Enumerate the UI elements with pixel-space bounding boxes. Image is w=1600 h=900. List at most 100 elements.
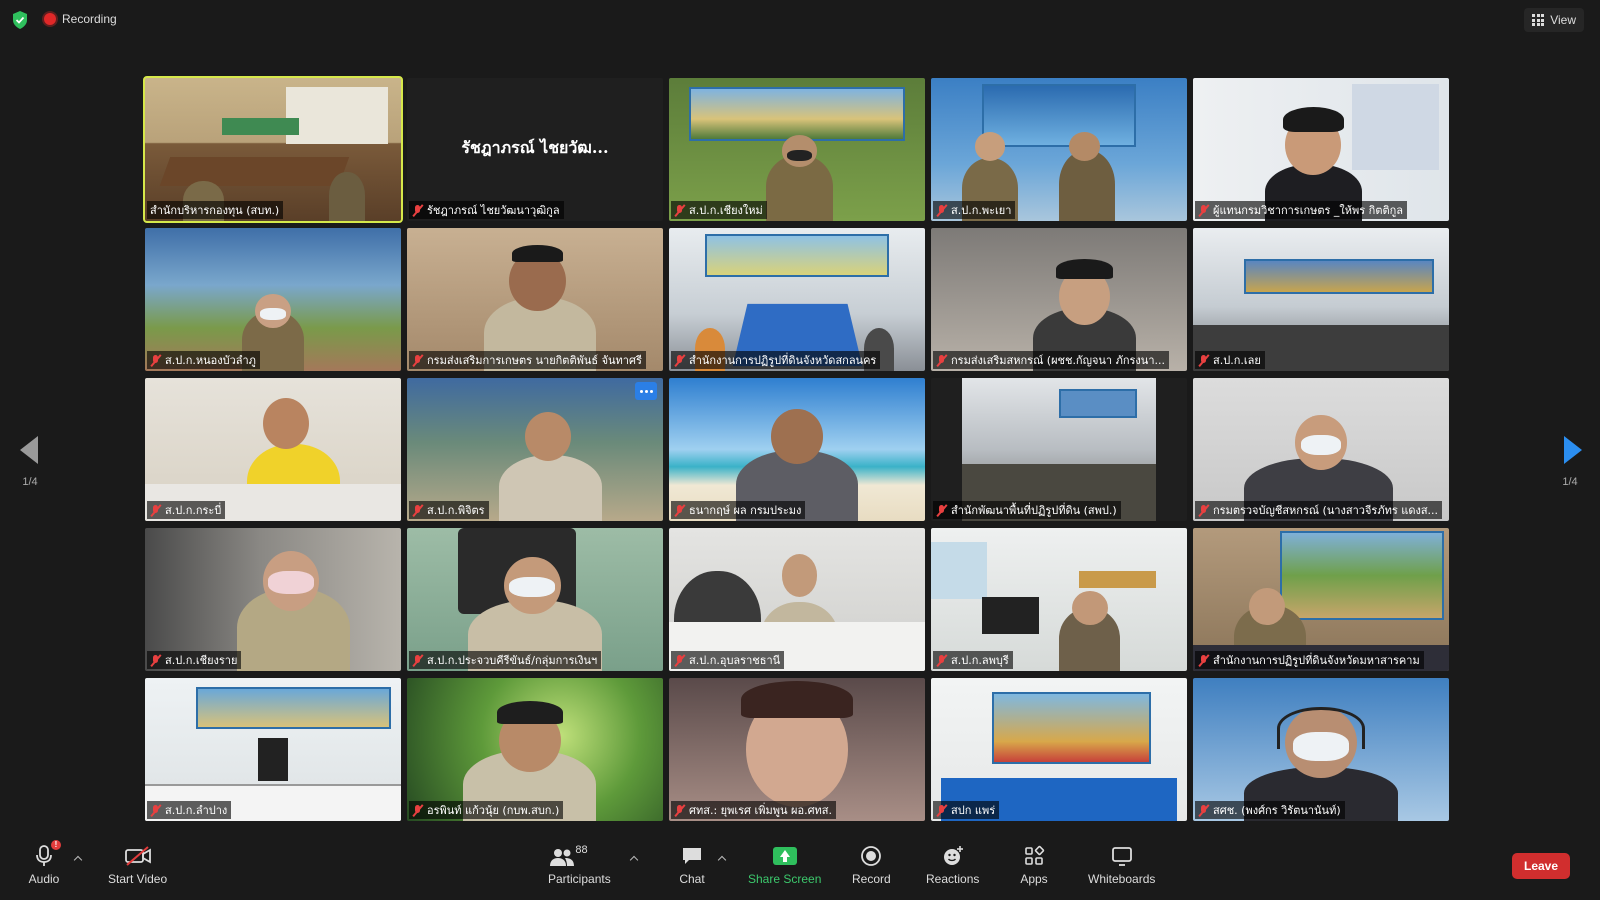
video-tile[interactable]: สศช. (พงศ์กร วิรัตนานันท์) [1193,678,1449,821]
participants-label: Participants [548,872,611,886]
apps-grid-icon [1018,842,1050,870]
participants-options-caret[interactable] [630,854,638,862]
video-tile[interactable]: สำนักงานการปฏิรูปที่ดินจังหวัดมหาสารคาม [1193,528,1449,671]
participant-name: กรมส่งเสริมสหกรณ์ (ผชช.กัญจนา ภักรงนา... [951,354,1165,367]
arrow-left-icon [20,436,38,464]
previous-page-button[interactable]: 1/4 [10,432,50,492]
video-tile[interactable]: ส.ป.ก.เลย [1193,228,1449,371]
video-tile[interactable]: รัชฎาภรณ์ ไชยวัฒ... รัชฎาภรณ์ ไชยวัฒนาวุ… [407,78,663,221]
video-tile[interactable]: กรมส่งเสริมสหกรณ์ (ผชช.กัญจนา ภักรงนา... [931,228,1187,371]
next-page-button[interactable]: 1/4 [1550,432,1590,492]
record-button[interactable]: Record [852,842,891,886]
video-tile[interactable]: ส.ป.ก.กระบี่ [145,378,401,521]
participant-name: ผู้แทนกรมวิชาการเกษตร _ให้พร กิตติกูล [1213,204,1404,217]
participant-name-plate: ส.ป.ก.ลำปาง [147,801,232,819]
video-tile[interactable]: สำนักพัฒนาพื้นที่ปฏิรูปที่ดิน (สพป.) [931,378,1187,521]
video-feed [669,528,925,671]
video-feed [669,228,925,371]
video-tile[interactable]: สำนักงานการปฏิรูปที่ดินจังหวัดสกลนคร [669,228,925,371]
muted-mic-icon [674,654,685,666]
muted-mic-icon [674,204,685,216]
video-tile[interactable]: ส.ป.ก.ประจวบคีรีขันธ์/กลุ่มการเงินฯ [407,528,663,671]
participant-name-plate: ส.ป.ก.พิจิตร [409,501,489,519]
video-feed [145,528,401,671]
muted-mic-icon [412,204,423,216]
participant-name: ส.ป.ก.หนองบัวลำภู [165,354,256,367]
muted-mic-icon [150,654,161,666]
video-off-icon [122,842,154,870]
muted-mic-icon [936,504,947,516]
participants-button[interactable]: 88 Participants [548,842,611,886]
video-tile[interactable]: ส.ป.ก.หนองบัวลำภู [145,228,401,371]
video-tile[interactable]: ส.ป.ก.เชียงราย [145,528,401,671]
muted-mic-icon [150,804,161,816]
participant-name-plate: ส.ป.ก.หนองบัวลำภู [147,351,260,369]
participant-name: กรมตรวจบัญชีสหกรณ์ (นางสาวจีรภัทร แดงส..… [1213,504,1439,517]
participant-name: ส.ป.ก.พะเยา [951,204,1012,217]
video-tile[interactable]: ธนากฤษ์ ผล กรมประมง [669,378,925,521]
reactions-button[interactable]: Reactions [926,842,979,886]
muted-mic-icon [936,804,947,816]
participant-name-plate: กรมส่งเสริมสหกรณ์ (ผชช.กัญจนา ภักรงนา... [933,351,1169,369]
shield-check-icon[interactable] [12,11,28,29]
view-button[interactable]: View [1524,8,1584,32]
whiteboard-icon [1106,842,1138,870]
recording-indicator[interactable]: Recording [44,12,117,26]
audio-button[interactable]: ! Audio [28,840,61,886]
more-options-button[interactable] [635,382,657,400]
video-tile[interactable]: ผู้แทนกรมวิชาการเกษตร _ให้พร กิตติกูล [1193,78,1449,221]
chat-label: Chat [679,872,705,886]
apps-button[interactable]: Apps [1018,842,1050,886]
video-tile[interactable]: ส.ป.ก.เชียงใหม่ [669,78,925,221]
audio-options-caret[interactable] [74,854,82,862]
participant-name-plate: ธนากฤษ์ ผล กรมประมง [671,501,806,519]
meeting-toolbar: ! Audio Start Video 88 Participants Chat… [0,834,1600,900]
leave-button[interactable]: Leave [1512,853,1570,879]
muted-mic-icon [1198,804,1209,816]
video-tile[interactable]: สปก แพร่ [931,678,1187,821]
participant-name: ส.ป.ก.เลย [1213,354,1261,367]
page-indicator-left: 1/4 [22,476,38,488]
participant-name-plate: อรพินท์ แก้วนุ้ย (กบพ.สบก.) [409,801,564,819]
video-tile[interactable]: อรพินท์ แก้วนุ้ย (กบพ.สบก.) [407,678,663,821]
participant-name-plate: สศช. (พงศ์กร วิรัตนานันท์) [1195,801,1345,819]
participant-name: ส.ป.ก.เชียงราย [165,654,238,667]
top-bar: Recording View [0,0,1600,40]
video-tile[interactable]: ศทส.: ยุพเรศ เพิ่มพูน ผอ.ศทส. [669,678,925,821]
muted-mic-icon [674,504,685,516]
video-feed [407,678,663,821]
participant-name-plate: ผู้แทนกรมวิชาการเกษตร _ให้พร กิตติกูล [1195,201,1408,219]
muted-mic-icon [412,354,423,366]
participant-name-plate: ส.ป.ก.เชียงราย [147,651,242,669]
video-feed [407,528,663,671]
video-feed [931,78,1187,221]
video-tile[interactable]: กรมส่งเสริมการเกษตร นายกิตติพันธ์ จันทาศ… [407,228,663,371]
recording-label: Recording [62,12,117,26]
smiley-icon [937,842,969,870]
video-tile[interactable]: สำนักบริหารกองทุน (สบท.) [143,76,403,223]
video-tile[interactable]: ส.ป.ก.พะเยา [931,78,1187,221]
microphone-icon: ! [28,840,61,870]
chat-options-caret[interactable] [718,854,726,862]
participants-icon: 88 [549,842,609,870]
video-tile[interactable]: ส.ป.ก.พิจิตร [407,378,663,521]
participant-name: ส.ป.ก.ลำปาง [165,804,228,817]
muted-mic-icon [674,354,685,366]
whiteboards-button[interactable]: Whiteboards [1088,842,1155,886]
chat-bubble-icon [676,842,708,870]
video-tile[interactable]: ส.ป.ก.อุบลราชธานี [669,528,925,671]
start-video-button[interactable]: Start Video [108,842,167,886]
chat-button[interactable]: Chat [676,842,708,886]
video-feed [931,678,1187,821]
view-label: View [1550,13,1576,27]
video-tile[interactable]: ส.ป.ก.ลพบุรี [931,528,1187,671]
video-feed [407,228,663,371]
share-screen-button[interactable]: Share Screen [748,842,821,886]
video-tile[interactable]: กรมตรวจบัญชีสหกรณ์ (นางสาวจีรภัทร แดงส..… [1193,378,1449,521]
video-feed [145,228,401,371]
grid-view-icon [1532,14,1545,26]
participant-name: อรพินท์ แก้วนุ้ย (กบพ.สบก.) [427,804,560,817]
participant-name: สปก แพร่ [951,804,996,817]
participant-name-plate: ส.ป.ก.อุบลราชธานี [671,651,785,669]
video-tile[interactable]: ส.ป.ก.ลำปาง [145,678,401,821]
